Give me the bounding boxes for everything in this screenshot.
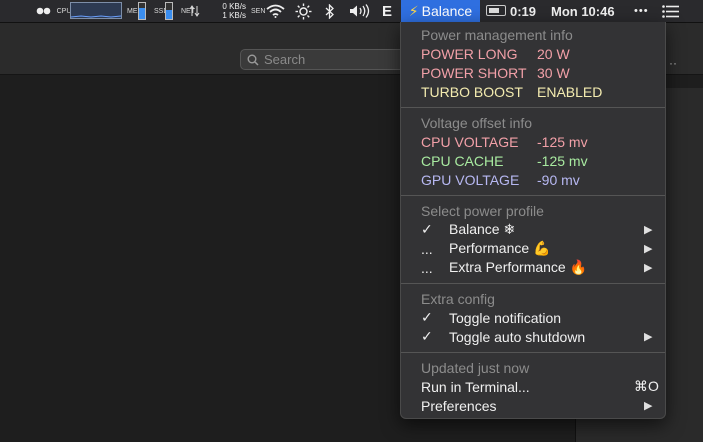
power-long-value: 20 W — [537, 45, 570, 62]
net-arrows-icon — [190, 0, 200, 22]
preferences-label: Preferences — [421, 397, 497, 414]
checkmark-icon: ✓ — [421, 221, 433, 237]
active-profile-label: Balance — [421, 3, 473, 19]
cpu-voltage-label: CPU VOLTAGE — [421, 133, 519, 150]
brightness-icon[interactable] — [295, 0, 312, 22]
voltage-section-header: Voltage offset info — [421, 114, 533, 131]
submenu-arrow-icon: ▶ — [644, 224, 653, 236]
power-long-label: POWER LONG — [421, 45, 518, 62]
profile-section-header: Select power profile — [421, 202, 544, 219]
mem-bar[interactable] — [138, 2, 146, 20]
net-label: NET — [181, 7, 195, 15]
submenu-arrow-icon: ▶ — [644, 331, 653, 343]
submenu-arrow-icon: ▶ — [644, 243, 653, 255]
separator — [401, 195, 665, 196]
checkmark-icon: ✓ — [421, 328, 433, 344]
menu-extra-dots[interactable] — [36, 0, 52, 22]
profile-item-label: Balance ❄ — [449, 221, 516, 237]
turbo-boost-label: TURBO BOOST — [421, 83, 523, 100]
gpu-voltage-row: GPU VOLTAGE -90 mv — [401, 170, 665, 189]
toggle-notification-item[interactable]: ✓ Toggle notification — [401, 308, 665, 327]
cpu-cache-label: CPU CACHE — [421, 152, 504, 169]
ssd-bar-fill — [166, 10, 172, 19]
clock[interactable]: Mon 10:46 — [551, 0, 615, 22]
volume-icon[interactable] — [349, 0, 371, 22]
search-icon — [247, 54, 259, 66]
search-field[interactable]: Search — [240, 49, 405, 70]
toggle-auto-shutdown-label: Toggle auto shutdown — [449, 328, 586, 345]
ssd-bar[interactable] — [165, 2, 173, 20]
toggle-auto-shutdown-item[interactable]: ✓ Toggle auto shutdown ▶ — [401, 327, 665, 346]
cpu-cache-value: -125 mv — [537, 152, 588, 169]
gpu-voltage-label: GPU VOLTAGE — [421, 171, 520, 188]
updated-status: Updated just now — [421, 359, 530, 376]
net-down: 1 KB/s — [222, 11, 246, 20]
pane-dots: ·· — [669, 56, 677, 70]
run-in-terminal-label: Run in Terminal... — [421, 378, 530, 395]
separator — [401, 107, 665, 108]
menu-bar: CPU MEM SSD NET 0 KB/s 1 KB/s SEN E ⚡ Ba… — [0, 0, 703, 23]
turbo-boost-row: TURBO BOOST ENABLED — [401, 82, 665, 101]
profile-item-balance[interactable]: ✓ Balance ❄ ▶ — [401, 220, 665, 239]
cpu-graph-line — [70, 15, 122, 18]
mem-bar-fill — [139, 7, 145, 19]
power-short-value: 30 W — [537, 64, 570, 81]
mem-label: MEM — [127, 7, 144, 15]
cpu-voltage-row: CPU VOLTAGE -125 mv — [401, 132, 665, 151]
wifi-icon[interactable] — [266, 0, 285, 22]
battery-fill — [489, 8, 499, 13]
sen-label[interactable]: SEN — [251, 0, 265, 22]
profile-item-extra-performance[interactable]: ... Extra Performance 🔥 ▶ — [401, 258, 665, 277]
checkmark-icon: ✓ — [421, 309, 433, 325]
profile-item-label: Extra Performance 🔥 — [449, 259, 588, 275]
separator — [401, 352, 665, 353]
battery-time[interactable]: 0:19 — [510, 0, 536, 22]
search-placeholder: Search — [264, 52, 306, 67]
dots-icon — [36, 7, 51, 15]
e-menu-item[interactable]: E — [382, 0, 392, 22]
toggle-notification-label: Toggle notification — [449, 309, 562, 326]
separator — [401, 283, 665, 284]
bluetooth-icon[interactable] — [325, 0, 335, 22]
cpu-label: CPU — [56, 7, 72, 15]
run-in-terminal-item[interactable]: Run in Terminal... ⌘O — [401, 377, 665, 396]
submenu-arrow-icon: ▶ — [644, 262, 653, 274]
power-long-row: POWER LONG 20 W — [401, 44, 665, 63]
power-short-label: POWER SHORT — [421, 64, 527, 81]
cpu-graph[interactable] — [70, 2, 122, 19]
ellipsis-mark: ... — [421, 259, 433, 276]
turbo-boost-value: ENABLED — [537, 83, 603, 100]
ellipsis-mark: ... — [421, 240, 433, 257]
bolt-icon: ⚡ — [408, 2, 419, 19]
extra-config-header: Extra config — [421, 290, 495, 307]
run-shortcut: ⌘O — [634, 378, 659, 394]
notification-center-icon[interactable] — [662, 0, 679, 22]
profile-item-label: Performance 💪 — [449, 240, 551, 256]
power-section-header: Power management info — [421, 26, 573, 43]
power-menu-item[interactable]: ⚡ Balance — [401, 0, 480, 22]
more-icon[interactable]: ••• — [634, 0, 649, 22]
ssd-label: SSD — [154, 7, 169, 15]
battery-icon[interactable] — [486, 5, 506, 16]
power-short-row: POWER SHORT 30 W — [401, 63, 665, 82]
net-speed[interactable]: 0 KB/s 1 KB/s — [214, 0, 246, 22]
profile-item-performance[interactable]: ... Performance 💪 ▶ — [401, 239, 665, 258]
submenu-arrow-icon: ▶ — [644, 400, 653, 412]
cpu-voltage-value: -125 mv — [537, 133, 588, 150]
power-dropdown-menu: Power management info POWER LONG 20 W PO… — [400, 22, 666, 419]
preferences-item[interactable]: Preferences ▶ — [401, 396, 665, 415]
cpu-cache-row: CPU CACHE -125 mv — [401, 151, 665, 170]
gpu-voltage-value: -90 mv — [537, 171, 580, 188]
net-up: 0 KB/s — [222, 2, 246, 11]
